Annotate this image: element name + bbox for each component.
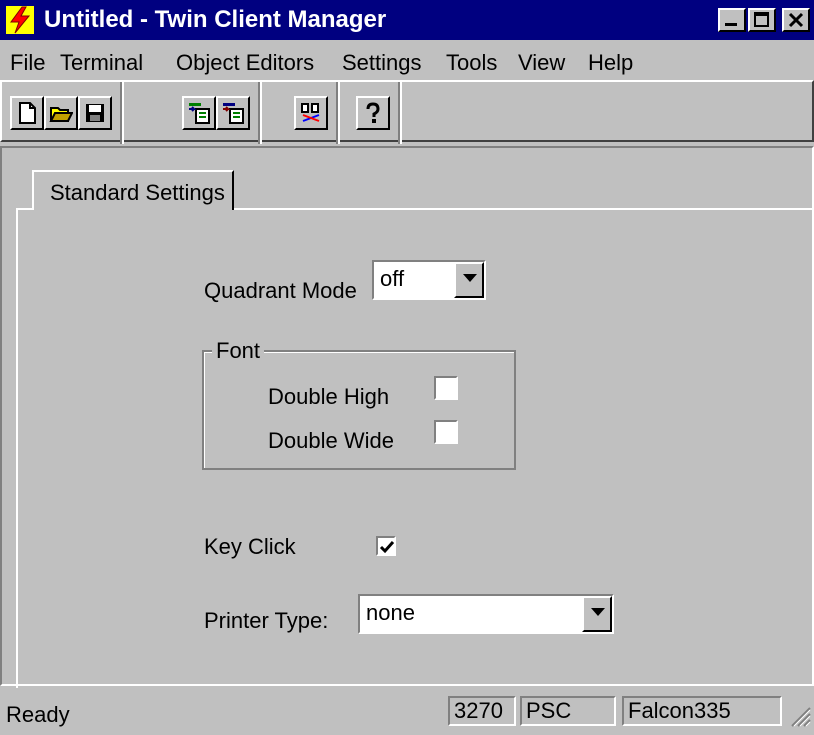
double-high-checkbox[interactable] [434,376,458,400]
compare-icon [301,103,320,122]
save-button[interactable] [78,96,112,130]
toolbar-separator [398,82,402,144]
quadrant-mode-label: Quadrant Mode [204,278,357,303]
double-high-label: Double High [268,384,390,409]
menu-object-editors[interactable]: Object Editors [176,50,314,76]
open-folder-icon [49,107,73,122]
new-file-icon [19,102,36,124]
printer-type-select[interactable]: none [358,594,614,634]
toolbar [0,80,814,144]
status-bar: Ready 3270 PSC Falcon335 [0,688,814,735]
close-button[interactable] [782,8,810,32]
checkmark-icon [379,541,395,554]
double-wide-label: Double Wide [268,428,394,453]
window-title: Untitled - Twin Client Manager [44,6,387,33]
menu-settings[interactable]: Settings [342,50,422,76]
minimize-icon [725,23,737,26]
export-icon [223,103,244,124]
help-button[interactable] [356,96,390,130]
menu-bar: File Terminal Object Editors Settings To… [0,40,814,76]
quadrant-mode-value: off [380,266,405,291]
save-icon [86,104,104,122]
menu-terminal[interactable]: Terminal [60,50,143,76]
double-wide-checkbox[interactable] [434,420,458,444]
open-button[interactable] [44,96,78,130]
maximize-icon [754,12,769,27]
chevron-down-icon [591,608,605,616]
status-host: Falcon335 [622,696,782,726]
help-icon [366,102,380,123]
toolbar-separator [258,82,262,144]
key-click-checkbox[interactable] [376,536,396,556]
resize-grip-icon[interactable] [786,702,812,728]
close-icon [788,12,804,28]
quadrant-mode-select[interactable]: off [372,260,486,300]
import-button[interactable] [182,96,216,130]
import-icon [189,103,210,124]
printer-type-dropdown-button[interactable] [582,596,612,632]
status-ready: Ready [6,702,70,727]
tab-label: Standard Settings [50,180,225,205]
menu-tools[interactable]: Tools [446,50,497,76]
status-mode: PSC [520,696,616,726]
menu-file[interactable]: File [10,50,45,76]
title-bar[interactable]: Untitled - Twin Client Manager [0,0,814,40]
tab-standard-settings[interactable]: Standard Settings [32,170,234,210]
client-area: Standard Settings Quadrant Mode off Font… [0,146,814,688]
printer-type-label: Printer Type: [204,608,329,633]
toolbar-separator [120,82,124,144]
menu-view[interactable]: View [518,50,565,76]
printer-type-value: none [366,600,415,625]
new-button[interactable] [10,96,44,130]
key-click-label: Key Click [204,534,296,559]
toolbar-separator [336,82,340,144]
quadrant-mode-dropdown-button[interactable] [454,262,484,298]
menu-help[interactable]: Help [588,50,633,76]
lightning-app-icon [6,6,34,34]
chevron-down-icon [463,274,477,282]
maximize-button[interactable] [748,8,776,32]
font-group-label: Font [212,338,265,364]
minimize-button[interactable] [718,8,746,32]
status-terminal: 3270 [448,696,516,726]
export-button[interactable] [216,96,250,130]
compare-button[interactable] [294,96,328,130]
